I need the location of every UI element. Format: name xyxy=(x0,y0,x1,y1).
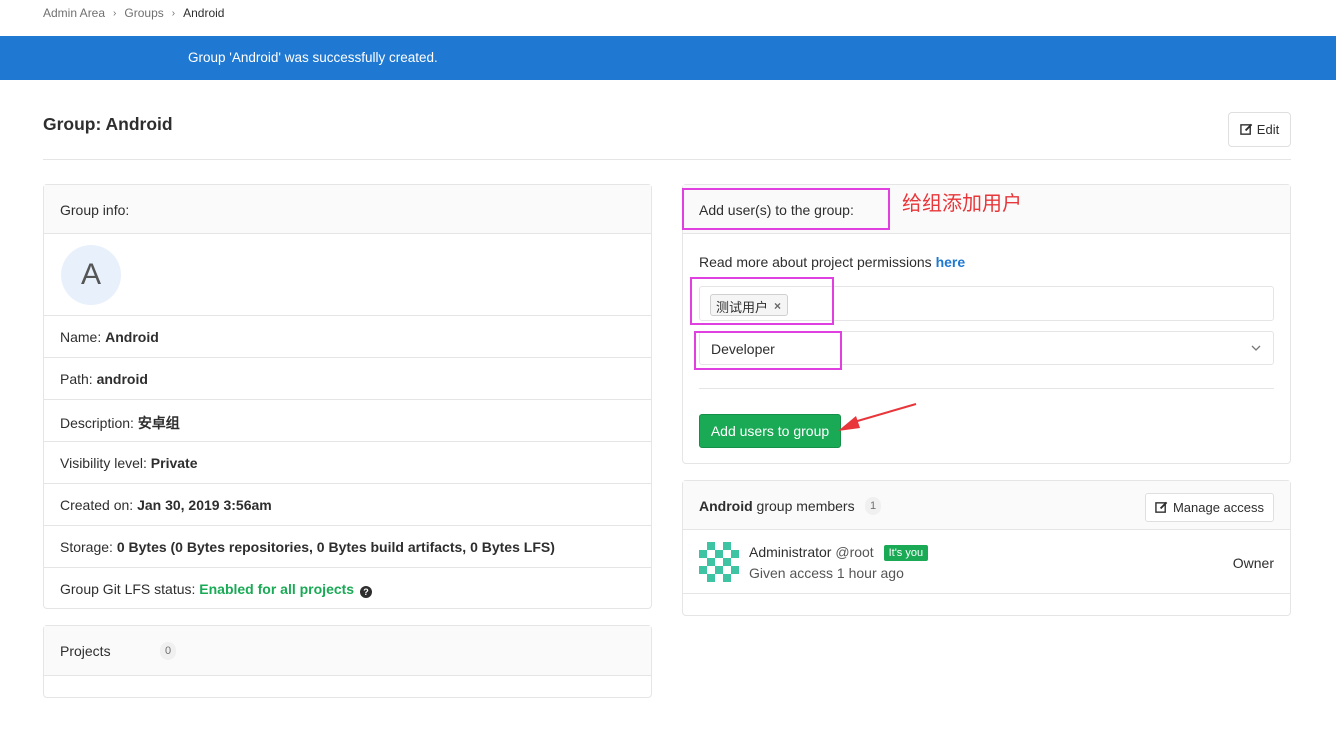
info-row-storage: Storage: 0 Bytes (0 Bytes repositories, … xyxy=(44,525,651,567)
chevron-right-icon: › xyxy=(171,7,176,19)
flash-notice: Group 'Android' was successfully created… xyxy=(0,36,1336,80)
annotation-box-header xyxy=(682,188,890,230)
info-label: Visibility level: xyxy=(60,455,147,471)
breadcrumb: Admin Area › Groups › Android xyxy=(43,5,224,21)
info-value: android xyxy=(96,371,148,387)
annotation-box-role xyxy=(694,331,842,370)
projects-card: Projects 0 xyxy=(43,625,652,698)
info-label: Name: xyxy=(60,329,102,345)
info-row-name: Name: Android xyxy=(44,315,651,357)
breadcrumb-groups[interactable]: Groups xyxy=(124,6,163,20)
its-you-badge: It's you xyxy=(883,545,929,561)
info-row-description: Description: 安卓组 xyxy=(44,399,651,441)
member-display-name[interactable]: Administrator xyxy=(749,544,831,560)
permissions-link[interactable]: here xyxy=(936,254,966,270)
lfs-status-value: Enabled for all projects xyxy=(199,581,355,597)
group-info-title: Group info: xyxy=(60,202,130,218)
projects-header: Projects 0 xyxy=(44,626,651,676)
info-label: Description: xyxy=(60,415,134,431)
breadcrumb-admin-area[interactable]: Admin Area xyxy=(43,6,105,20)
members-title: Android group members xyxy=(699,498,855,514)
add-users-button[interactable]: Add users to group xyxy=(699,414,841,448)
manage-access-label: Manage access xyxy=(1172,500,1265,515)
info-value: Private xyxy=(150,455,198,471)
annotation-box-user xyxy=(690,277,834,325)
identicon-avatar[interactable] xyxy=(699,542,739,582)
info-row-lfs: Group Git LFS status: Enabled for all pr… xyxy=(44,567,651,609)
member-access-time: Given access 1 hour ago xyxy=(749,565,904,581)
info-row-path: Path: android xyxy=(44,357,651,399)
members-count-badge: 1 xyxy=(865,497,882,515)
manage-access-button[interactable]: Manage access xyxy=(1145,493,1274,522)
edit-button-label: Edit xyxy=(1256,122,1280,137)
breadcrumb-current[interactable]: Android xyxy=(183,6,224,20)
info-label: Path: xyxy=(60,371,93,387)
group-avatar: A xyxy=(61,245,121,305)
member-role: Owner xyxy=(1232,555,1274,571)
projects-count-badge: 0 xyxy=(160,642,177,660)
info-value: 安卓组 xyxy=(137,415,180,431)
page-title: Group: Android xyxy=(43,114,173,134)
members-label: group members xyxy=(752,498,855,514)
flash-text: Group 'Android' was successfully created… xyxy=(188,50,438,65)
member-name: Administrator @root It's you xyxy=(749,544,929,561)
member-row: Administrator @root It's you Given acces… xyxy=(683,530,1290,594)
annotation-arrow-icon xyxy=(838,403,917,431)
permissions-help: Read more about project permissions here xyxy=(699,254,965,270)
members-header: Android group members 1 Manage access xyxy=(683,481,1290,530)
edit-icon xyxy=(1240,123,1253,135)
info-value: Android xyxy=(105,329,159,345)
edit-button[interactable]: Edit xyxy=(1228,112,1291,147)
annotation-label: 给组添加用户 xyxy=(902,191,1022,215)
info-row-created: Created on: Jan 30, 2019 3:56am xyxy=(44,483,651,525)
permissions-text: Read more about project permissions xyxy=(699,254,936,270)
info-label: Storage: xyxy=(60,539,113,555)
chevron-down-icon xyxy=(1251,345,1261,351)
title-divider xyxy=(43,159,1291,160)
chevron-right-icon: › xyxy=(113,7,117,19)
info-label: Group Git LFS status: xyxy=(60,581,196,597)
group-info-header: Group info: xyxy=(44,185,651,234)
edit-icon xyxy=(1155,501,1168,513)
member-username: @root xyxy=(835,544,874,560)
group-info-card: Group info: A Name: Android Path: androi… xyxy=(43,184,652,609)
info-value: 0 Bytes (0 Bytes repositories, 0 Bytes b… xyxy=(116,539,555,555)
question-circle-icon[interactable]: ? xyxy=(360,586,372,598)
info-row-visibility: Visibility level: Private xyxy=(44,441,651,483)
form-divider xyxy=(699,388,1274,389)
group-members-card: Android group members 1 Manage access Ad… xyxy=(682,480,1291,616)
projects-title: Projects xyxy=(60,643,111,659)
info-label: Created on: xyxy=(60,497,134,513)
members-group-name: Android xyxy=(699,498,753,514)
info-value: Jan 30, 2019 3:56am xyxy=(137,497,272,513)
